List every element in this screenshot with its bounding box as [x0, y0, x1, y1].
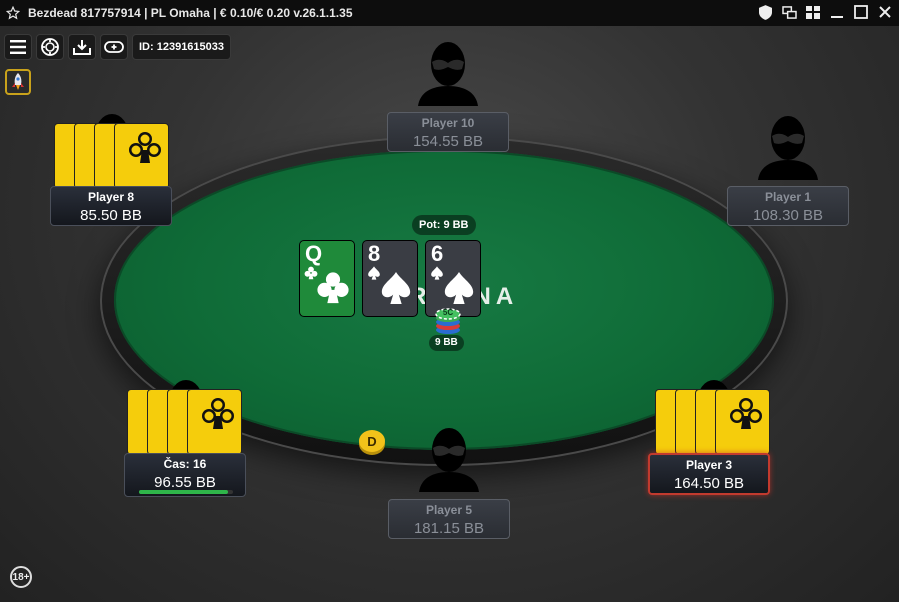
- player-stack: 108.30 BB: [752, 207, 824, 224]
- pot-label: Pot: 9 BB: [412, 215, 476, 235]
- chip-stack: 5C: [433, 304, 463, 334]
- player-avatar-top: [418, 42, 478, 106]
- lobby-button[interactable]: [36, 34, 64, 60]
- rocket-promo-button[interactable]: [5, 69, 31, 95]
- menu-button[interactable]: [4, 34, 32, 60]
- club-icon: [202, 398, 234, 429]
- shield-icon[interactable]: [757, 4, 773, 20]
- title-bar: Bezdead 817757914 | PL Omaha | € 0.10/€ …: [0, 0, 899, 26]
- player-stack: 164.50 BB: [673, 475, 745, 492]
- action-timer: [139, 490, 233, 494]
- player-plate-top[interactable]: Player 10 154.55 BB: [387, 112, 509, 152]
- cashier-button[interactable]: [68, 34, 96, 60]
- player-stack: 85.50 BB: [80, 207, 142, 224]
- maximize-icon[interactable]: [853, 4, 869, 20]
- club-icon: [129, 132, 161, 163]
- dealer-button: D: [359, 430, 385, 452]
- card-back: [114, 123, 169, 189]
- player-name: Player 1: [764, 190, 812, 204]
- player-stack: 154.55 BB: [412, 133, 484, 150]
- player-avatar-bottom: [419, 428, 479, 492]
- age-restriction-badge: 18+: [10, 566, 32, 588]
- add-chips-button[interactable]: [100, 34, 128, 60]
- bet-amount: 9 BB: [429, 335, 464, 351]
- poker-chip-icon: [41, 38, 59, 56]
- player-name: Player 5: [425, 503, 473, 517]
- hamburger-menu-icon: [10, 40, 26, 54]
- card-rank: 6: [431, 241, 444, 266]
- player-plate-hero[interactable]: Čas: 16 96.55 BB: [124, 453, 246, 497]
- player-plate-right-lower[interactable]: Player 3 164.50 BB: [648, 453, 770, 495]
- player-stack: 181.15 BB: [413, 520, 485, 537]
- multi-window-icon[interactable]: [781, 4, 797, 20]
- card-back: [715, 389, 770, 455]
- player-plate-bottom[interactable]: Player 5 181.15 BB: [388, 499, 510, 539]
- chip-denomination: 5C: [442, 308, 454, 317]
- favorite-star-icon[interactable]: [6, 6, 20, 20]
- spades-icon: [379, 271, 413, 310]
- board-card: Q: [299, 240, 355, 317]
- club-icon: [730, 398, 762, 429]
- board-card: 8: [362, 240, 418, 317]
- close-icon[interactable]: [877, 4, 893, 20]
- player-avatar-right-upper: [758, 116, 818, 180]
- card-rank: 8: [368, 241, 381, 266]
- table-toolbar: ID: 12391615033: [4, 34, 232, 60]
- minimize-icon[interactable]: [829, 4, 845, 20]
- add-chips-icon: [104, 41, 124, 53]
- player-plate-left-upper[interactable]: Player 8 85.50 BB: [50, 186, 172, 226]
- card-rank: Q: [305, 241, 323, 266]
- clubs-icon: [316, 271, 350, 310]
- card-back: [187, 389, 242, 455]
- timer-fill: [139, 490, 229, 494]
- window-title: Bezdead 817757914 | PL Omaha | € 0.10/€ …: [28, 6, 353, 20]
- player-name: Čas: 16: [163, 457, 207, 471]
- player-name: Player 8: [87, 190, 135, 204]
- download-tray-icon: [73, 40, 91, 55]
- tile-layout-icon[interactable]: [805, 4, 821, 20]
- player-plate-right-upper[interactable]: Player 1 108.30 BB: [727, 186, 849, 226]
- rocket-icon: [12, 73, 24, 90]
- table-id: ID: 12391615033: [132, 34, 232, 60]
- player-name: Player 10: [421, 116, 475, 130]
- player-name: Player 3: [685, 458, 733, 472]
